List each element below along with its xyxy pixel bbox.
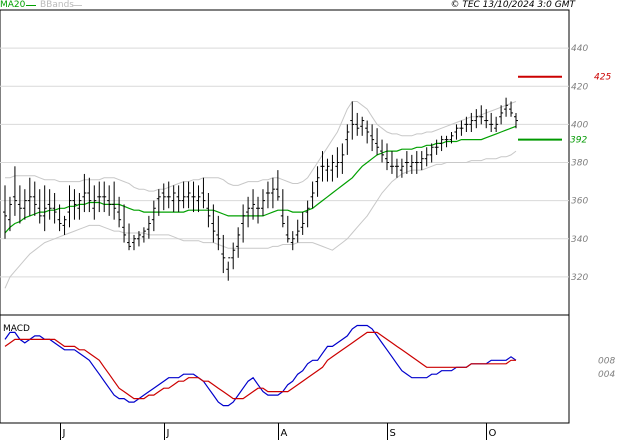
price-axis-ticks: 320 340 360 380 400 420 440 xyxy=(571,44,588,283)
copyright-notice: © TEC 13/10/2024 3:0 GMT xyxy=(450,0,575,10)
price-tick-label: 400 xyxy=(571,120,588,130)
macd-tick-label: 008 xyxy=(598,356,615,366)
price-tick-label: 360 xyxy=(571,197,588,207)
level-label-425: 425 xyxy=(594,73,611,83)
macd-panel-title: MACD xyxy=(3,324,30,334)
chart-canvas: 425392 320340360380400420440 004008 JJAS… xyxy=(0,9,615,440)
price-tick-label: 340 xyxy=(571,235,588,245)
x-tick-label: O xyxy=(489,428,497,439)
legend-bbands: BBands xyxy=(40,0,74,10)
x-axis-ticks: JJASO xyxy=(60,423,497,440)
macd-axis-ticks: 004008 xyxy=(598,356,615,380)
price-tick-label: 440 xyxy=(571,44,588,54)
x-tick-label: A xyxy=(281,428,288,439)
macd-panel-frame xyxy=(0,314,570,424)
x-tick-label: J xyxy=(62,428,66,439)
price-tick-label: 420 xyxy=(571,82,588,92)
legend-bbands-swatch xyxy=(72,5,82,6)
price-tick-label: 380 xyxy=(571,159,588,169)
legend-ma20: MA20 xyxy=(0,0,26,10)
level-label-392: 392 xyxy=(570,136,587,146)
x-tick-label: J xyxy=(166,428,170,439)
x-tick-label: S xyxy=(390,428,396,439)
stock-chart: 425 392 320 340 360 380 400 420 440 004 008 JJAS… xyxy=(0,0,627,440)
price-tick-label: 320 xyxy=(571,273,588,283)
macd-tick-label: 004 xyxy=(598,370,615,380)
legend-ma20-swatch xyxy=(26,5,36,6)
